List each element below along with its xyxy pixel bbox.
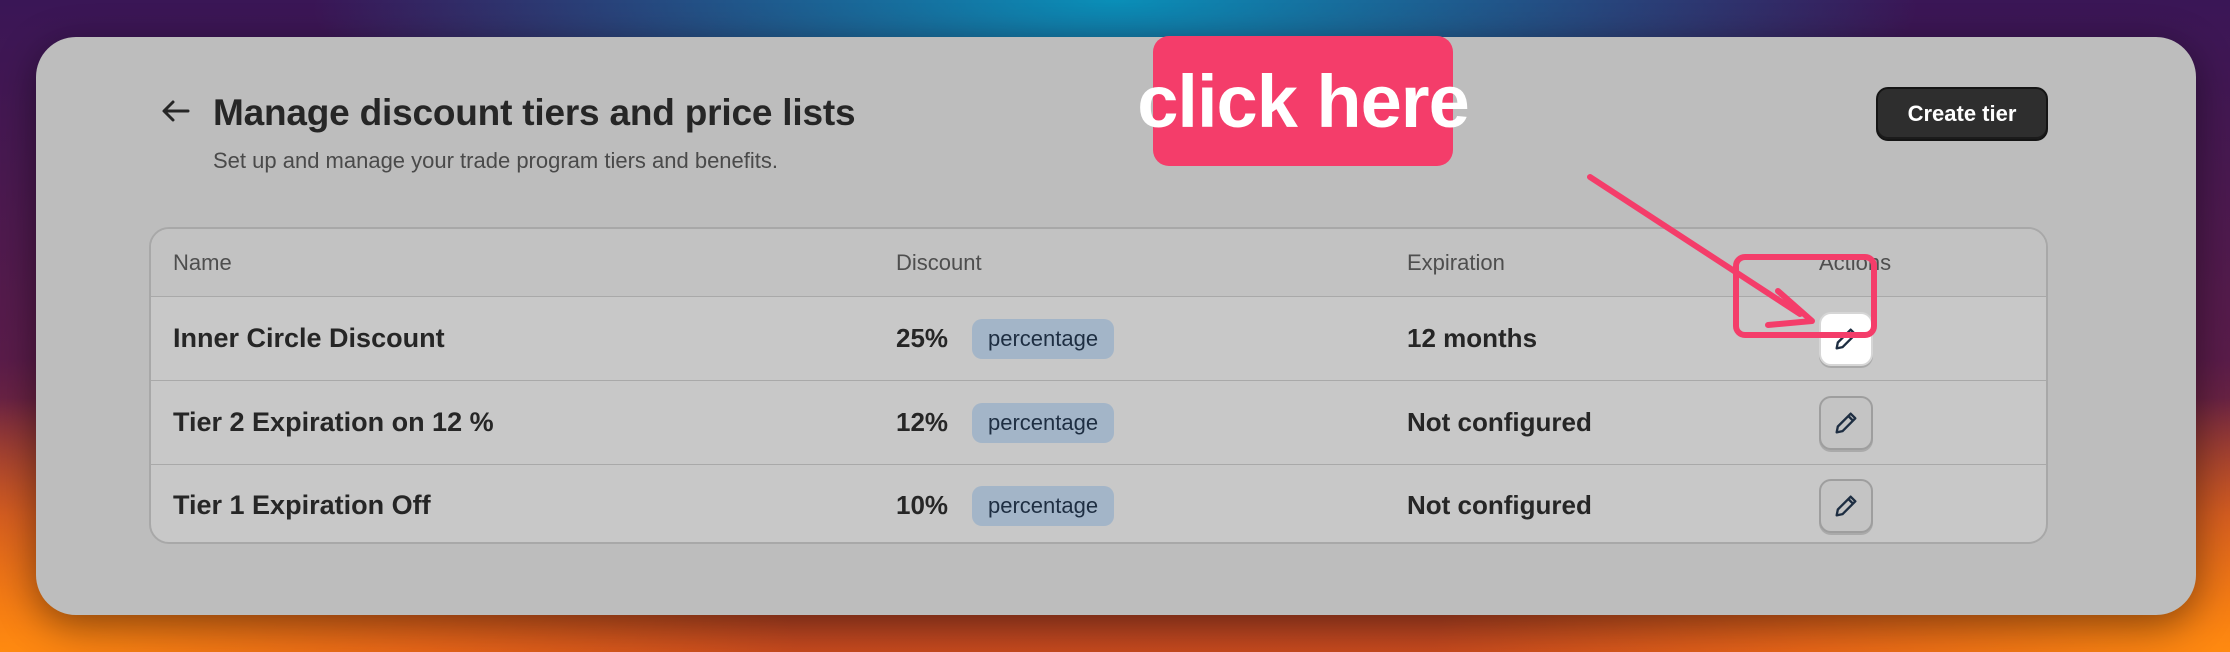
tier-name: Inner Circle Discount [173, 323, 445, 353]
column-header-discount: Discount [896, 249, 982, 275]
click-here-callout: click here [1137, 36, 1470, 166]
discount-type-badge: percentage [972, 402, 1115, 443]
actions-cell [1819, 465, 1873, 542]
tier-name: Tier 2 Expiration on 12 % [173, 407, 494, 437]
arrow-left-icon [162, 100, 190, 122]
pencil-icon [1835, 495, 1857, 516]
edit-tier-button[interactable] [1819, 478, 1873, 533]
page-subtitle: Set up and manage your trade program tie… [213, 148, 779, 173]
discount-type-badge: percentage [972, 485, 1115, 526]
tier-name: Tier 1 Expiration Off [173, 490, 431, 520]
create-tier-button[interactable]: Create tier [1876, 87, 2048, 141]
expiration-value: Not configured [1407, 407, 1592, 437]
discount-value: 10% [896, 490, 949, 520]
column-header-actions: Actions [1819, 249, 1892, 275]
pencil-icon [1835, 412, 1857, 433]
page-title: Manage discount tiers and price lists [213, 92, 856, 133]
table-row: Tier 2 Expiration on 12 % 12% percentage… [151, 381, 2046, 465]
discount-value: 25% [896, 323, 949, 353]
table-row: Tier 1 Expiration Off 10% percentage Not… [151, 465, 2046, 542]
column-header-name: Name [173, 249, 232, 275]
pencil-icon [1835, 328, 1857, 349]
app-window: Manage discount tiers and price lists Se… [36, 37, 2196, 615]
column-header-expiration: Expiration [1407, 249, 1505, 275]
expiration-value: Not configured [1407, 490, 1592, 520]
discount-cell: 10% percentage [896, 465, 1115, 542]
discount-cell: 25% percentage [896, 297, 1115, 380]
tiers-table: Name Discount Expiration Actions Inner C… [149, 227, 2048, 544]
table-header-row: Name Discount Expiration Actions [151, 229, 2046, 297]
discount-value: 12% [896, 407, 949, 437]
discount-cell: 12% percentage [896, 381, 1115, 464]
table-row: Inner Circle Discount 25% percentage 12 … [151, 297, 2046, 381]
back-button[interactable] [158, 93, 194, 129]
expiration-value: 12 months [1407, 323, 1538, 353]
actions-cell [1819, 297, 1873, 380]
actions-cell [1819, 381, 1873, 464]
edit-tier-button[interactable] [1819, 395, 1873, 450]
edit-tier-button[interactable] [1819, 311, 1873, 366]
discount-type-badge: percentage [972, 318, 1115, 359]
